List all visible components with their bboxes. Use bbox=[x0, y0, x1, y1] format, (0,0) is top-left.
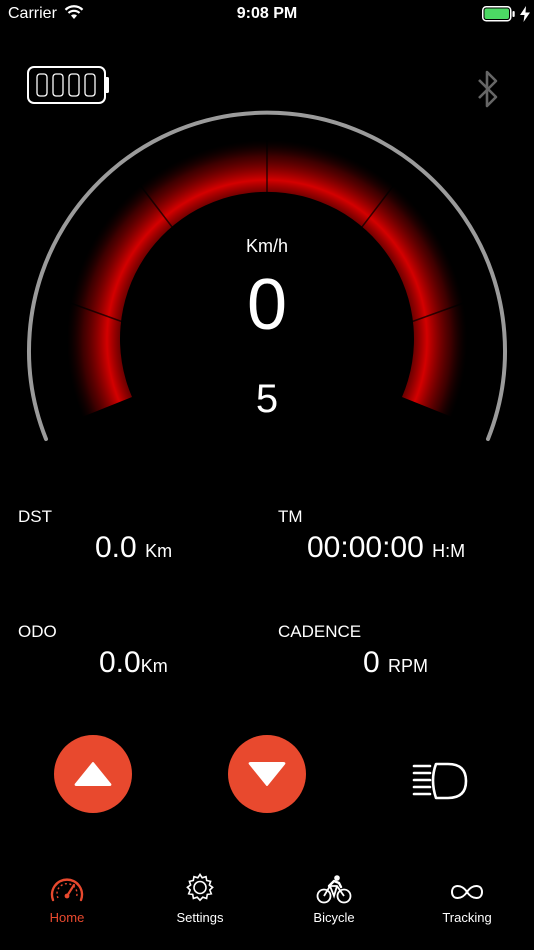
assist-level-value: 5 bbox=[255, 377, 279, 421]
speed-unit-label: Km/h bbox=[245, 236, 288, 256]
tab-settings-label: Settings bbox=[176, 910, 224, 925]
speed-value: 0 bbox=[246, 265, 288, 345]
cadence-value: 0 RPM bbox=[363, 646, 428, 680]
status-battery-icon bbox=[482, 6, 515, 22]
tab-settings[interactable]: Settings bbox=[133, 860, 267, 925]
assist-down-button[interactable] bbox=[228, 735, 306, 813]
dst-unit: Km bbox=[145, 541, 173, 561]
tm-label: TM bbox=[278, 507, 303, 526]
headlight-icon[interactable] bbox=[410, 760, 472, 804]
speedometer-icon bbox=[50, 878, 84, 902]
status-bar: Carrier 9:08 PM bbox=[0, 0, 534, 28]
tab-home-label: Home bbox=[49, 910, 85, 925]
odo-number: 0.0 bbox=[99, 646, 141, 679]
gear-icon bbox=[186, 873, 214, 902]
dst-label: DST bbox=[18, 507, 52, 526]
assist-up-button[interactable] bbox=[54, 735, 132, 813]
cyclist-icon bbox=[316, 875, 352, 904]
triangle-up-icon bbox=[74, 762, 112, 786]
tab-home[interactable]: Home bbox=[0, 860, 134, 925]
tm-value: 00:00:00 H:M bbox=[307, 531, 465, 565]
odo-value: 0.0Km bbox=[99, 646, 168, 680]
tab-bicycle-label: Bicycle bbox=[313, 910, 355, 925]
cadence-label: CADENCE bbox=[278, 622, 362, 641]
odo-unit: Km bbox=[140, 656, 168, 676]
odo-label: ODO bbox=[18, 622, 57, 641]
dst-value: 0.0 Km bbox=[95, 531, 172, 565]
tm-number: 00:00:00 bbox=[307, 531, 424, 564]
cadence-unit: RPM bbox=[388, 656, 429, 676]
dst-number: 0.0 bbox=[95, 531, 137, 564]
tab-bar: Home Settings Bicycle Tracking bbox=[0, 860, 534, 950]
tab-tracking[interactable]: Tracking bbox=[400, 860, 534, 925]
triangle-down-icon bbox=[248, 762, 286, 786]
charging-icon bbox=[520, 6, 530, 22]
status-time: 9:08 PM bbox=[236, 5, 298, 22]
cadence-number: 0 bbox=[363, 646, 380, 679]
tab-bicycle[interactable]: Bicycle bbox=[267, 860, 401, 925]
infinity-icon bbox=[450, 885, 484, 899]
tm-unit: H:M bbox=[432, 541, 466, 561]
tab-tracking-label: Tracking bbox=[442, 910, 492, 925]
